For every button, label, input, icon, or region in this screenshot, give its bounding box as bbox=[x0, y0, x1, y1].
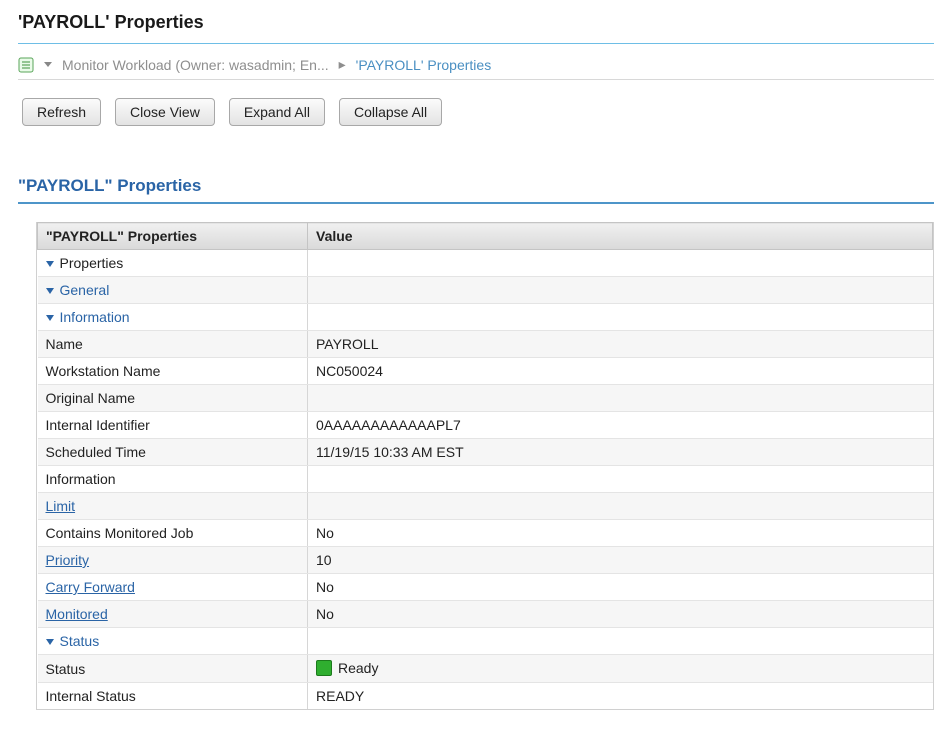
toolbar: Refresh Close View Expand All Collapse A… bbox=[22, 98, 934, 126]
row-value-monitored: No bbox=[308, 601, 933, 628]
caret-down-icon bbox=[46, 639, 54, 645]
row-value-carry-forward: No bbox=[308, 574, 933, 601]
row-label-monitored[interactable]: Monitored bbox=[38, 601, 308, 628]
breadcrumb: Monitor Workload (Owner: wasadmin; En...… bbox=[18, 52, 934, 80]
caret-down-icon bbox=[46, 288, 54, 294]
status-ready-icon bbox=[316, 660, 332, 676]
refresh-button[interactable]: Refresh bbox=[22, 98, 101, 126]
row-value-limit bbox=[308, 493, 933, 520]
carry-forward-link[interactable]: Carry Forward bbox=[46, 579, 135, 595]
chevron-right-icon: ▸ bbox=[339, 56, 346, 73]
caret-down-icon bbox=[46, 315, 54, 321]
limit-link[interactable]: Limit bbox=[46, 498, 76, 514]
monitored-link[interactable]: Monitored bbox=[46, 606, 108, 622]
row-value-workstation: NC050024 bbox=[308, 358, 933, 385]
row-value-information bbox=[308, 466, 933, 493]
row-label-workstation: Workstation Name bbox=[38, 358, 308, 385]
expand-all-button[interactable]: Expand All bbox=[229, 98, 325, 126]
row-label-priority[interactable]: Priority bbox=[38, 547, 308, 574]
row-label-limit[interactable]: Limit bbox=[38, 493, 308, 520]
section-divider bbox=[18, 202, 934, 204]
row-label-carry-forward[interactable]: Carry Forward bbox=[38, 574, 308, 601]
tree-node-status[interactable]: Status bbox=[38, 628, 308, 655]
row-value-scheduled-time: 11/19/15 10:33 AM EST bbox=[308, 439, 933, 466]
row-value-internal-status: READY bbox=[308, 683, 933, 710]
row-value-contains-monitored: No bbox=[308, 520, 933, 547]
row-label-contains-monitored: Contains Monitored Job bbox=[38, 520, 308, 547]
close-view-button[interactable]: Close View bbox=[115, 98, 215, 126]
breadcrumb-current: 'PAYROLL' Properties bbox=[356, 57, 492, 73]
row-label-original-name: Original Name bbox=[38, 385, 308, 412]
row-value-name: PAYROLL bbox=[308, 331, 933, 358]
caret-down-icon bbox=[46, 261, 54, 267]
breadcrumb-trail[interactable]: Monitor Workload (Owner: wasadmin; En... bbox=[62, 57, 329, 73]
priority-link[interactable]: Priority bbox=[46, 552, 90, 568]
page-title: 'PAYROLL' Properties bbox=[18, 12, 934, 33]
row-label-name: Name bbox=[38, 331, 308, 358]
tree-node-general[interactable]: General bbox=[38, 277, 308, 304]
row-label-information: Information bbox=[38, 466, 308, 493]
workload-icon bbox=[18, 57, 34, 73]
tree-node-information[interactable]: Information bbox=[38, 304, 308, 331]
column-header-property: "PAYROLL" Properties bbox=[38, 223, 308, 250]
section-title: "PAYROLL" Properties bbox=[18, 176, 934, 196]
row-value-internal-id: 0AAAAAAAAAAAAPL7 bbox=[308, 412, 933, 439]
row-value-original-name bbox=[308, 385, 933, 412]
row-label-internal-status: Internal Status bbox=[38, 683, 308, 710]
title-divider bbox=[18, 43, 934, 44]
column-header-value: Value bbox=[308, 223, 933, 250]
row-label-scheduled-time: Scheduled Time bbox=[38, 439, 308, 466]
row-label-status: Status bbox=[38, 655, 308, 683]
row-label-internal-id: Internal Identifier bbox=[38, 412, 308, 439]
breadcrumb-menu-caret[interactable] bbox=[44, 62, 52, 67]
tree-node-properties[interactable]: Properties bbox=[38, 250, 308, 277]
row-value-status: Ready bbox=[308, 655, 933, 683]
properties-table: "PAYROLL" Properties Value Properties Ge… bbox=[36, 222, 934, 710]
row-value-priority: 10 bbox=[308, 547, 933, 574]
collapse-all-button[interactable]: Collapse All bbox=[339, 98, 442, 126]
